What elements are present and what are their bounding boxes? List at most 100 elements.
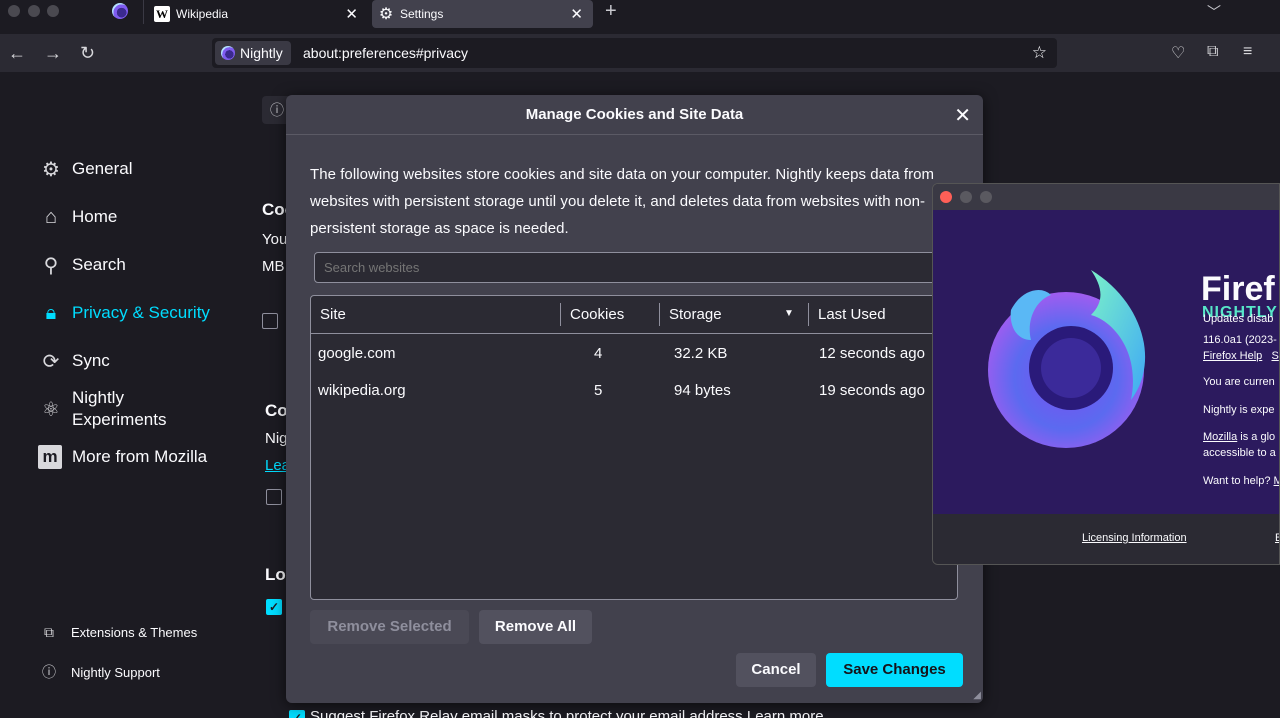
firefox-view-icon[interactable] — [112, 3, 128, 19]
extensions-icon[interactable]: ⧉ — [1207, 43, 1218, 61]
back-arrow-icon[interactable]: ← — [8, 43, 26, 64]
about-zoom-dot — [980, 191, 992, 203]
puzzle-icon: ⧉ — [44, 624, 54, 640]
window-close-dot[interactable] — [8, 5, 20, 17]
resize-grip-icon[interactable]: ◢ — [973, 690, 981, 701]
cancel-button[interactable]: Cancel — [736, 653, 816, 687]
sidebar-item-privacy[interactable]: 🔒︎ Privacy & Security — [38, 300, 210, 326]
checkbox[interactable] — [262, 313, 278, 329]
identity-box[interactable]: Nightly — [215, 41, 291, 65]
search-icon: ⚲ — [43, 254, 59, 277]
container-text: Nig — [265, 430, 288, 447]
label-line-1: Nightly — [72, 388, 124, 407]
gear-icon: ⚙ — [42, 158, 60, 181]
window-zoom-dot[interactable] — [47, 5, 59, 17]
tab-title: Wikipedia — [176, 7, 229, 21]
about-nightly-window: Firef NIGHTLY Updates disab 116.0a1 (202… — [932, 183, 1280, 565]
menu-hamburger-icon[interactable]: ≡ — [1243, 43, 1252, 61]
column-header-site[interactable]: Site — [320, 306, 346, 323]
sites-table: Site Cookies Storage ▼ Last Used google.… — [310, 295, 958, 600]
column-separator[interactable] — [659, 303, 660, 326]
close-tab-icon[interactable]: ✕ — [345, 5, 358, 23]
help-icon: ⓘ — [42, 664, 56, 680]
about-body: Firef NIGHTLY Updates disab 116.0a1 (202… — [933, 210, 1279, 514]
want-help-link[interactable]: M — [1274, 475, 1279, 487]
mozilla-text: Mozilla is a glo — [1203, 431, 1275, 443]
manage-cookies-dialog: Manage Cookies and Site Data ✕ The follo… — [286, 95, 983, 703]
column-separator[interactable] — [560, 303, 561, 326]
about-footer: Licensing Information E — [933, 514, 1279, 564]
sidebar-item-home[interactable]: ⌂ Home — [38, 204, 117, 230]
chevron-down-icon[interactable]: ﹀ — [1207, 2, 1221, 22]
storage-cell: 94 bytes — [674, 382, 731, 399]
sidebar-item-experiments[interactable]: ⚛ Nightly Experiments — [38, 387, 166, 431]
remove-all-button[interactable]: Remove All — [479, 610, 592, 644]
sync-icon: ⟳ — [42, 350, 60, 373]
sidebar-item-general[interactable]: ⚙ General — [38, 156, 132, 182]
pocket-icon[interactable]: ♡ — [1171, 43, 1185, 63]
bookmark-star-icon[interactable]: ☆ — [1032, 43, 1047, 63]
forward-arrow-icon[interactable]: → — [44, 43, 62, 64]
column-header-cookies[interactable]: Cookies — [570, 306, 624, 323]
tab-title: Settings — [400, 7, 444, 21]
tab-wikipedia[interactable]: W Wikipedia ✕ — [148, 0, 368, 28]
version-text: 116.0a1 (2023- — [1203, 334, 1277, 346]
release-notes-link[interactable]: S — [1271, 350, 1278, 362]
cookies-cell: 5 — [594, 382, 603, 399]
table-row[interactable]: wikipedia.org 5 94 bytes 19 seconds ago — [311, 372, 957, 409]
about-minimize-dot — [960, 191, 972, 203]
gear-icon: ⚙ — [378, 6, 394, 23]
url-bar[interactable]: Nightly about:preferences#privacy ☆ — [212, 38, 1057, 68]
reload-icon[interactable]: ↻ — [80, 43, 95, 64]
help-links: Firefox Help S — [1203, 350, 1279, 362]
experiments-icon: ⚛ — [42, 399, 60, 421]
identity-label: Nightly — [240, 45, 283, 61]
footer-link[interactable]: E — [1275, 532, 1279, 544]
tab-separator — [143, 0, 144, 24]
licensing-link[interactable]: Licensing Information — [1082, 532, 1187, 544]
sidebar-item-extensions[interactable]: ⧉ Extensions & Themes — [40, 624, 197, 641]
table-row[interactable]: google.com 4 32.2 KB 12 seconds ago — [311, 335, 957, 372]
sidebar-item-label: Privacy & Security — [72, 303, 210, 322]
sidebar-item-sync[interactable]: ⟳ Sync — [38, 348, 110, 374]
sidebar-item-label: More from Mozilla — [72, 447, 208, 466]
sidebar-item-label: Nightly Experiments — [72, 387, 166, 431]
column-header-storage[interactable]: Storage — [669, 306, 722, 323]
remove-selected-button[interactable]: Remove Selected — [310, 610, 469, 644]
column-header-last-used[interactable]: Last Used — [818, 306, 886, 323]
home-icon: ⌂ — [44, 205, 58, 228]
want-help-text: Want to help? M — [1203, 475, 1279, 487]
checkbox-checked[interactable]: ✓ — [266, 599, 282, 615]
window-minimize-dot[interactable] — [28, 5, 40, 17]
search-websites-input[interactable] — [314, 252, 944, 283]
url-text[interactable]: about:preferences#privacy — [303, 45, 468, 61]
mozilla-icon: m — [38, 445, 62, 469]
cookies-text: You — [262, 231, 288, 248]
want-help-label: Want to help? — [1203, 475, 1274, 487]
mozilla-link[interactable]: Mozilla — [1203, 431, 1237, 443]
current-text: You are curren — [1203, 376, 1275, 388]
last-used-cell: 12 seconds ago — [819, 345, 925, 362]
about-close-dot[interactable] — [940, 191, 952, 203]
sidebar-item-label: General — [72, 159, 133, 178]
accessible-text: accessible to a — [1203, 447, 1276, 459]
column-separator[interactable] — [808, 303, 809, 326]
dialog-title: Manage Cookies and Site Data — [525, 106, 744, 123]
sidebar-item-search[interactable]: ⚲ Search — [38, 252, 126, 278]
sidebar-item-label: Extensions & Themes — [71, 625, 198, 640]
checkbox-checked[interactable]: ✓ — [289, 710, 305, 718]
close-tab-icon[interactable]: ✕ — [570, 5, 583, 23]
new-tab-button[interactable]: + — [605, 0, 617, 22]
close-icon[interactable]: ✕ — [954, 103, 971, 128]
sidebar-item-mozilla[interactable]: m More from Mozilla — [38, 445, 207, 469]
sidebar-item-label: Sync — [72, 351, 110, 370]
tab-settings[interactable]: ⚙ Settings ✕ — [372, 0, 593, 28]
tab-strip: W Wikipedia ✕ ⚙ Settings ✕ + ﹀ — [0, 0, 1280, 34]
save-changes-button[interactable]: Save Changes — [826, 653, 963, 687]
firefox-help-link[interactable]: Firefox Help — [1203, 350, 1262, 362]
about-titlebar — [933, 184, 1279, 210]
sidebar-item-label: Nightly Support — [71, 664, 160, 680]
checkbox[interactable] — [266, 489, 282, 505]
sidebar-item-support[interactable]: ⓘ Nightly Support — [40, 662, 160, 682]
nightly-logo-icon — [221, 46, 235, 60]
